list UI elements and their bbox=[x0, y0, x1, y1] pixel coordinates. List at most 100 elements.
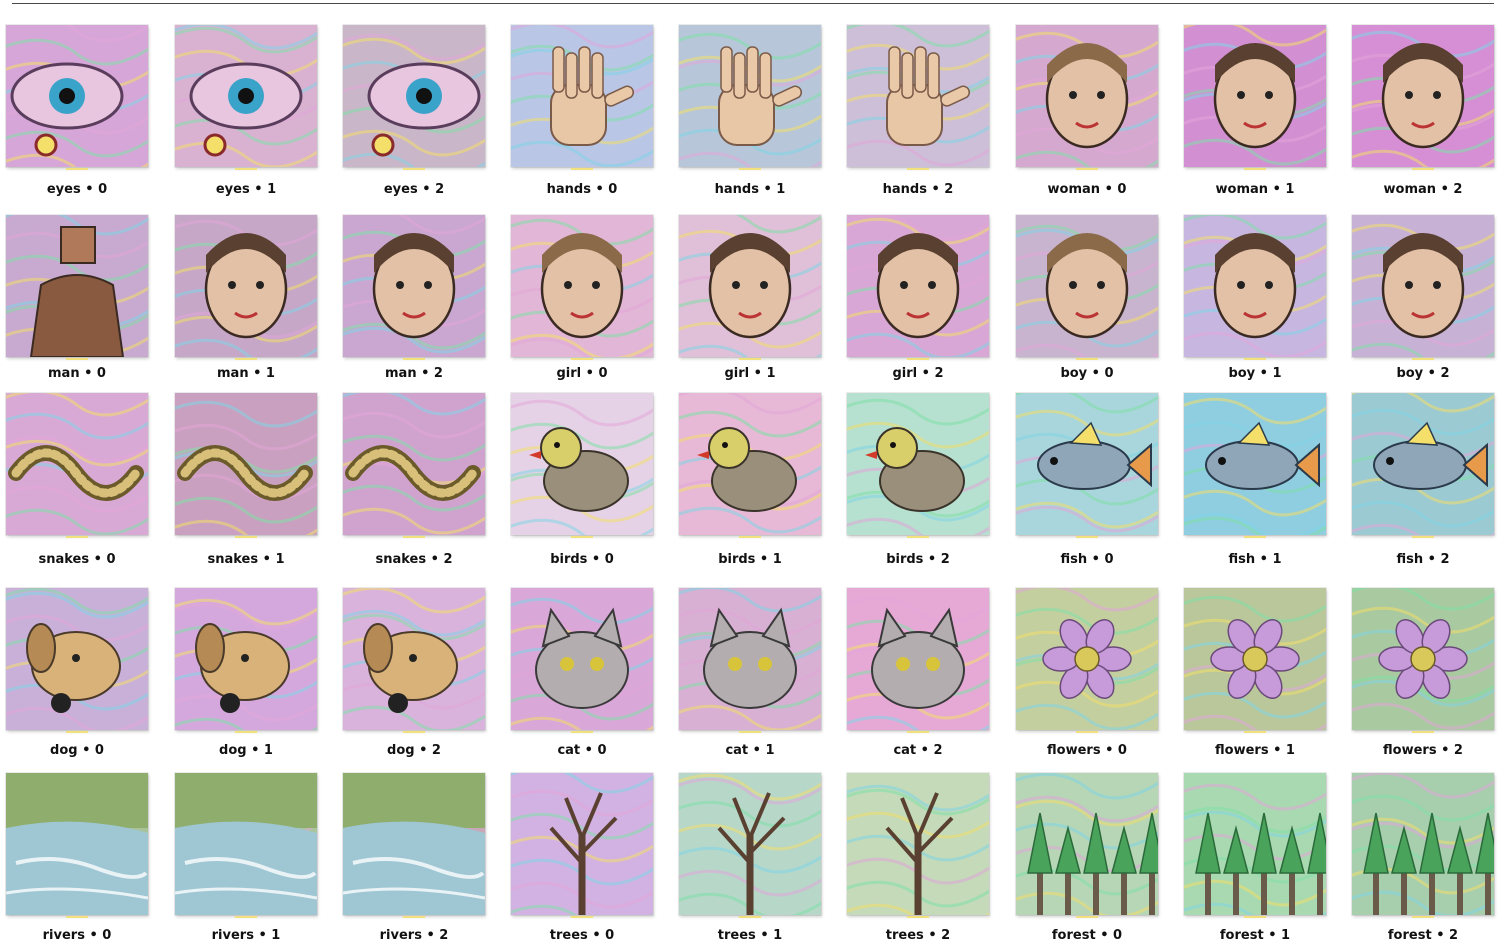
image-caption: dog • 0 bbox=[50, 743, 104, 758]
image-caption: woman • 0 bbox=[1047, 182, 1127, 197]
eye-icon bbox=[6, 25, 148, 167]
forest-icon bbox=[1016, 773, 1158, 915]
grid-cell-rivers: rivers • 2 bbox=[343, 773, 485, 943]
generated-image-snakes bbox=[6, 393, 148, 535]
image-caption: hands • 0 bbox=[546, 182, 618, 197]
accent-mark bbox=[1412, 731, 1434, 733]
accent-mark bbox=[1244, 731, 1266, 733]
accent-mark bbox=[66, 731, 88, 733]
accent-mark bbox=[907, 536, 929, 538]
generated-image-forest bbox=[1016, 773, 1158, 915]
generated-image-trees bbox=[847, 773, 989, 915]
bird-icon bbox=[847, 393, 989, 535]
grid-cell-cat: cat • 2 bbox=[847, 588, 989, 758]
cat-icon bbox=[511, 588, 653, 730]
grid-cell-boy: boy • 1 bbox=[1184, 215, 1326, 381]
accent-mark bbox=[739, 536, 761, 538]
grid-cell-snakes: snakes • 1 bbox=[175, 393, 317, 567]
generated-image-girl bbox=[847, 215, 989, 357]
image-caption: flowers • 1 bbox=[1215, 743, 1295, 758]
grid-cell-forest: forest • 1 bbox=[1184, 773, 1326, 943]
grid-cell-rivers: rivers • 0 bbox=[6, 773, 148, 943]
accent-mark bbox=[1412, 168, 1434, 170]
generated-image-woman bbox=[1184, 25, 1326, 167]
image-caption: fish • 2 bbox=[1396, 552, 1450, 567]
generated-image-rivers bbox=[6, 773, 148, 915]
generated-image-birds bbox=[511, 393, 653, 535]
generated-image-man bbox=[175, 215, 317, 357]
grid-cell-dog: dog • 1 bbox=[175, 588, 317, 758]
generated-image-man bbox=[343, 215, 485, 357]
image-caption: man • 0 bbox=[48, 366, 106, 381]
grid-cell-woman: woman • 1 bbox=[1184, 25, 1326, 197]
generated-image-cat bbox=[847, 588, 989, 730]
dog-icon bbox=[343, 588, 485, 730]
generated-image-girl bbox=[511, 215, 653, 357]
accent-mark bbox=[1076, 168, 1098, 170]
forest-icon bbox=[1352, 773, 1494, 915]
generated-image-hands bbox=[511, 25, 653, 167]
generated-image-trees bbox=[511, 773, 653, 915]
accent-mark bbox=[571, 916, 593, 918]
grid-cell-fish: fish • 0 bbox=[1016, 393, 1158, 567]
accent-mark bbox=[403, 916, 425, 918]
hand-icon bbox=[679, 25, 821, 167]
grid-cell-snakes: snakes • 2 bbox=[343, 393, 485, 567]
grid-cell-snakes: snakes • 0 bbox=[6, 393, 148, 567]
image-caption: girl • 2 bbox=[892, 366, 944, 381]
accent-mark bbox=[739, 731, 761, 733]
grid-cell-man: man • 2 bbox=[343, 215, 485, 381]
image-caption: snakes • 1 bbox=[207, 552, 285, 567]
accent-mark bbox=[571, 536, 593, 538]
person-icon bbox=[6, 215, 148, 357]
accent-mark bbox=[1244, 536, 1266, 538]
image-caption: fish • 0 bbox=[1060, 552, 1114, 567]
accent-mark bbox=[403, 731, 425, 733]
accent-mark bbox=[571, 168, 593, 170]
image-caption: eyes • 1 bbox=[215, 182, 277, 197]
accent-mark bbox=[739, 916, 761, 918]
generated-image-snakes bbox=[343, 393, 485, 535]
grid-cell-eyes: eyes • 1 bbox=[175, 25, 317, 197]
fish-icon bbox=[1184, 393, 1326, 535]
image-caption: flowers • 2 bbox=[1383, 743, 1463, 758]
image-caption: eyes • 0 bbox=[46, 182, 108, 197]
accent-mark bbox=[66, 536, 88, 538]
accent-mark bbox=[1244, 168, 1266, 170]
accent-mark bbox=[403, 536, 425, 538]
grid-cell-eyes: eyes • 2 bbox=[343, 25, 485, 197]
generated-image-flowers bbox=[1016, 588, 1158, 730]
eye-icon bbox=[175, 25, 317, 167]
tree-icon bbox=[679, 773, 821, 915]
grid-cell-birds: birds • 2 bbox=[847, 393, 989, 567]
image-caption: trees • 2 bbox=[885, 928, 951, 943]
accent-mark bbox=[1076, 731, 1098, 733]
bird-icon bbox=[511, 393, 653, 535]
generated-image-flowers bbox=[1184, 588, 1326, 730]
generated-image-snakes bbox=[175, 393, 317, 535]
image-caption: cat • 2 bbox=[893, 743, 943, 758]
face-icon bbox=[1184, 25, 1326, 167]
fish-icon bbox=[1352, 393, 1494, 535]
grid-cell-woman: woman • 2 bbox=[1352, 25, 1494, 197]
tree-icon bbox=[847, 773, 989, 915]
accent-mark bbox=[1412, 536, 1434, 538]
image-caption: rivers • 2 bbox=[379, 928, 449, 943]
grid-cell-flowers: flowers • 2 bbox=[1352, 588, 1494, 758]
generated-image-dog bbox=[175, 588, 317, 730]
generated-image-eyes bbox=[6, 25, 148, 167]
image-caption: birds • 0 bbox=[550, 552, 614, 567]
grid-cell-fish: fish • 2 bbox=[1352, 393, 1494, 567]
river-icon bbox=[175, 773, 317, 915]
face-icon bbox=[679, 215, 821, 357]
accent-mark bbox=[66, 916, 88, 918]
face-icon bbox=[847, 215, 989, 357]
grid-cell-girl: girl • 0 bbox=[511, 215, 653, 381]
accent-mark bbox=[1076, 358, 1098, 360]
flower-icon bbox=[1016, 588, 1158, 730]
grid-cell-eyes: eyes • 0 bbox=[6, 25, 148, 197]
accent-mark bbox=[1244, 916, 1266, 918]
accent-mark bbox=[235, 536, 257, 538]
flower-icon bbox=[1184, 588, 1326, 730]
grid-cell-dog: dog • 2 bbox=[343, 588, 485, 758]
